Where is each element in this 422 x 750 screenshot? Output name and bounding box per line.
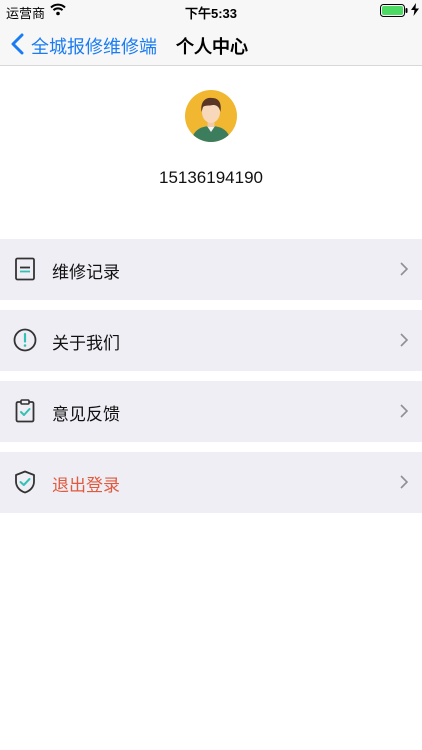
- menu-item-feedback[interactable]: 意见反馈: [0, 381, 422, 442]
- menu-item-label: 维修记录: [52, 263, 120, 282]
- back-button[interactable]: 全城报修维修端: [31, 33, 157, 59]
- charging-bolt-icon: [411, 3, 419, 16]
- logout-shield-icon: [15, 470, 35, 494]
- chevron-right-icon: [400, 404, 408, 418]
- back-chevron-icon[interactable]: [10, 33, 24, 55]
- battery-icon: [380, 4, 408, 17]
- avatar[interactable]: [185, 90, 237, 142]
- info-icon: [13, 328, 37, 352]
- menu-item-label: 意见反馈: [52, 405, 120, 424]
- chevron-right-icon: [400, 262, 408, 276]
- menu-item-logout[interactable]: 退出登录: [0, 452, 422, 513]
- chevron-right-icon: [400, 333, 408, 347]
- user-phone-number: 15136194190: [158, 168, 263, 187]
- menu-item-label: 关于我们: [52, 334, 120, 353]
- status-bar: 运营商 下午5:33: [0, 0, 422, 22]
- chevron-right-icon: [400, 475, 408, 489]
- navigation-bar: 全城报修维修端 个人中心: [0, 22, 422, 66]
- menu-item-repair-records[interactable]: 维修记录: [0, 239, 422, 300]
- menu-item-label: 退出登录: [52, 476, 120, 495]
- repair-record-icon: [15, 257, 35, 281]
- status-time: 下午5:33: [184, 6, 238, 21]
- menu-item-about-us[interactable]: 关于我们: [0, 310, 422, 371]
- page-title: 个人中心: [176, 37, 248, 57]
- feedback-clipboard-icon: [15, 399, 35, 423]
